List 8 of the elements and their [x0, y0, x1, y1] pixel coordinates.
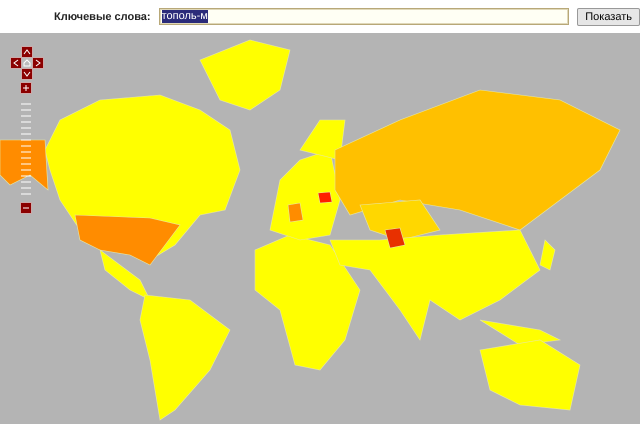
pan-left-icon[interactable]: [10, 57, 22, 69]
zoom-in-icon[interactable]: [20, 82, 32, 94]
zoom-out-icon[interactable]: [20, 202, 32, 214]
pan-down-icon[interactable]: [21, 68, 33, 80]
pan-right-icon[interactable]: [32, 57, 44, 69]
show-button[interactable]: Показать: [577, 8, 640, 26]
pan-up-icon[interactable]: [21, 46, 33, 58]
keywords-label: Ключевые слова:: [54, 10, 151, 22]
